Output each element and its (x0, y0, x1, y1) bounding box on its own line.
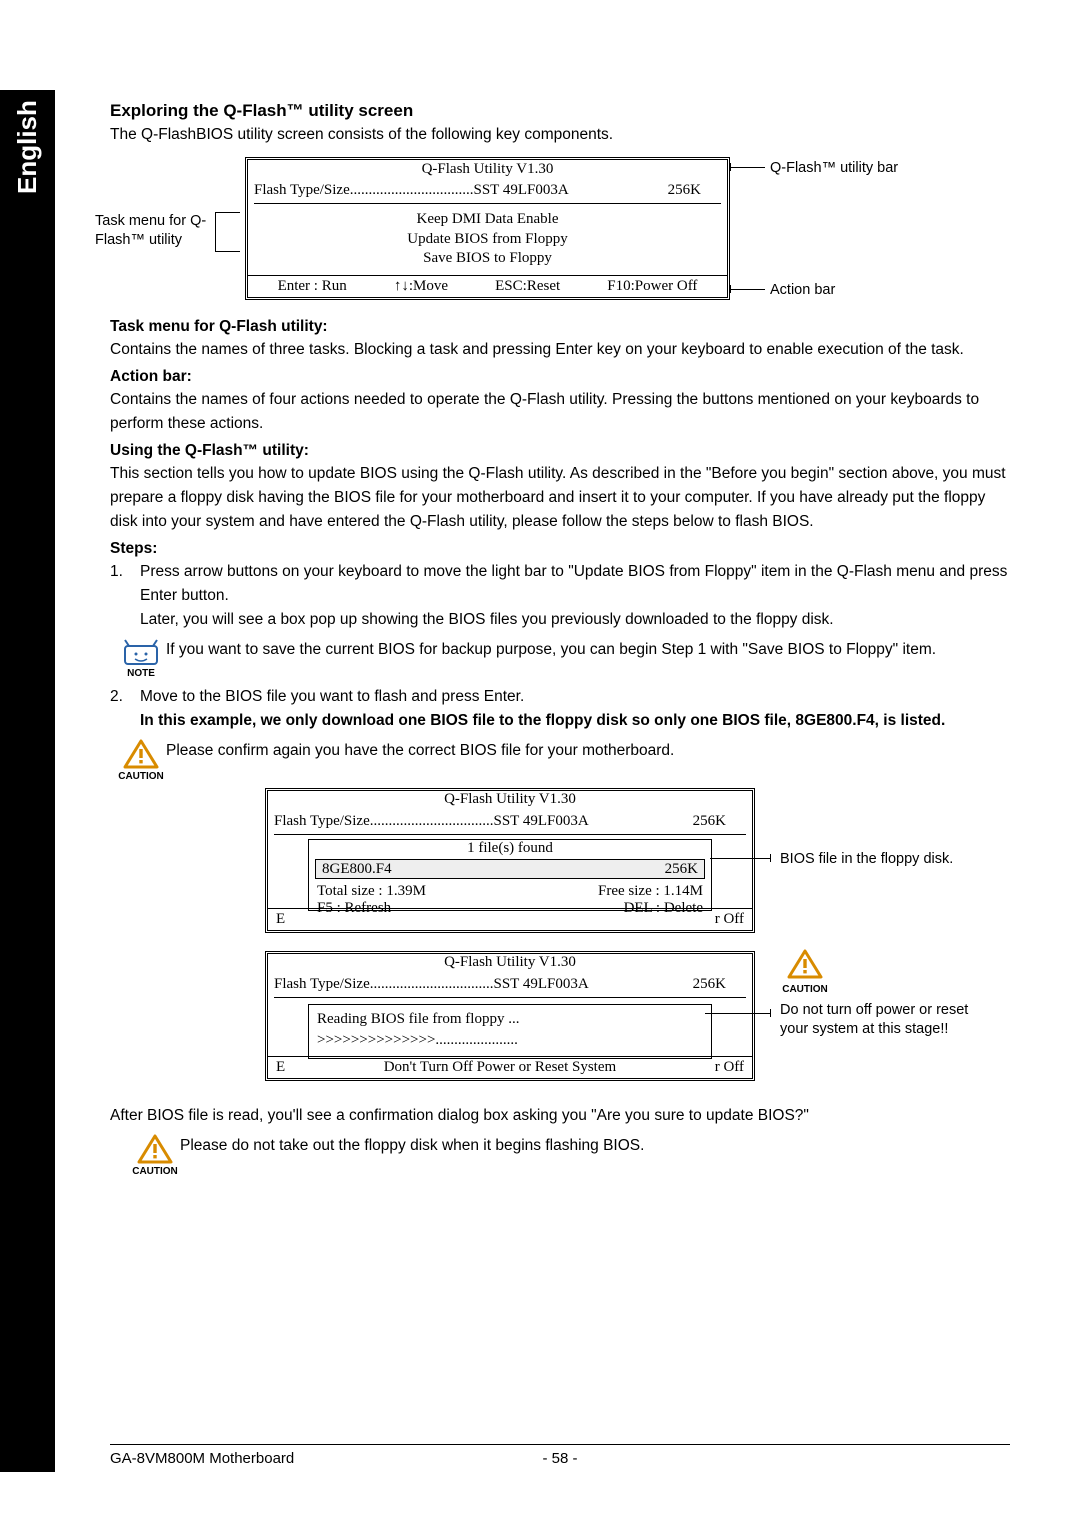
qflash2-sizes-row: Total size : 1.39M Free size : 1.14M (309, 881, 711, 900)
qflash2-flash-label: Flash Type/Size.........................… (274, 813, 589, 834)
callout-tick-3 (770, 854, 771, 862)
qflash-window: Q-Flash Utility V1.30 Flash Type/Size...… (245, 157, 730, 300)
qflash-window-2: Q-Flash Utility V1.30 Flash Type/Size...… (265, 788, 755, 933)
callout-line-biosfile (710, 858, 770, 859)
footer-left: GA-8VM800M Motherboard (110, 1450, 543, 1467)
callout-no-poweroff: Do not turn off power or reset your syst… (780, 1001, 980, 1039)
qflash2-bottombar: E r Off (268, 908, 752, 930)
footer-page-num: - 58 - (543, 1450, 578, 1467)
step-2-text-a: Move to the BIOS file you want to flash … (140, 685, 1010, 709)
note-icon: NOTE (116, 638, 166, 679)
callout-line-actionbar (730, 289, 765, 290)
callout-tick-2 (730, 285, 731, 293)
flashtype-size: 256K (668, 182, 721, 203)
task-keep-dmi: Keep DMI Data Enable (248, 210, 727, 230)
qflash-task-list: Keep DMI Data Enable Update BIOS from Fl… (248, 210, 727, 269)
qflash2-flashrow: Flash Type/Size.........................… (274, 813, 746, 835)
step-2: 2. Move to the BIOS file you want to fla… (110, 685, 1010, 733)
note-1: NOTE If you want to save the current BIO… (116, 638, 1010, 679)
callout-action-bar: Action bar (770, 281, 835, 300)
action-move: ↑↓:Move (394, 278, 448, 295)
heading-actionbar: Action bar: (110, 368, 1010, 386)
qflash2-filebox: 1 file(s) found 8GE800.F4 256K Total siz… (308, 839, 712, 911)
callout-tick (730, 163, 731, 171)
qflash3-bot-left: E (276, 1059, 285, 1076)
step-2-num: 2. (110, 685, 140, 733)
caution-icon: CAUTION (116, 739, 166, 782)
qflash2-bot-left: E (276, 911, 285, 928)
diagram-file-list: Q-Flash Utility V1.30 Flash Type/Size...… (110, 788, 1010, 943)
qflash3-progress: >>>>>>>>>>>>>>...................... (317, 1030, 703, 1051)
content-area: Exploring the Q-Flash™ utility screen Th… (110, 95, 1010, 1183)
qflash-window-3: Q-Flash Utility V1.30 Flash Type/Size...… (265, 951, 755, 1081)
qflash3-reading: Reading BIOS file from floppy ... (317, 1009, 703, 1030)
qflash2-file-size: 256K (665, 861, 698, 878)
qflash3-flash-size: 256K (693, 976, 746, 997)
caution-1-text: Please confirm again you have the correc… (166, 739, 1010, 763)
qflash2-files-found: 1 file(s) found (309, 840, 711, 857)
qflash3-readbox: Reading BIOS file from floppy ... >>>>>>… (308, 1004, 712, 1059)
caution-2-label: CAUTION (132, 1166, 178, 1177)
caution-1: CAUTION Please confirm again you have th… (116, 739, 1010, 782)
callout-line-utilbar (730, 167, 765, 168)
para-using: This section tells you how to update BIO… (110, 462, 1010, 534)
language-stripe (0, 300, 55, 1472)
callout-utility-bar: Q-Flash™ utility bar (770, 159, 898, 178)
task-update-bios: Update BIOS from Floppy (248, 230, 727, 250)
step-2-text-b: In this example, we only download one BI… (140, 709, 1010, 733)
para-exploring: The Q-FlashBIOS utility screen consists … (110, 123, 1010, 147)
note-label: NOTE (127, 668, 155, 679)
qflash3-title: Q-Flash Utility V1.30 (268, 954, 752, 976)
qflash-titlebar: Q-Flash Utility V1.30 (248, 160, 727, 182)
step-1-text-a: Press arrow buttons on your keyboard to … (140, 560, 1010, 608)
qflash3-flashrow: Flash Type/Size.........................… (274, 976, 746, 998)
caution-icon-2: CAUTION (130, 1134, 180, 1177)
para-actionbar: Contains the names of four actions neede… (110, 388, 1010, 436)
qflash3-bottombar: E Don't Turn Off Power or Reset System r… (268, 1056, 752, 1078)
page-footer: GA-8VM800M Motherboard - 58 - (110, 1444, 1010, 1467)
qflash2-title: Q-Flash Utility V1.30 (268, 791, 752, 813)
qflash2-free-size: Free size : 1.14M (598, 883, 703, 900)
qflash-action-bar: Enter : Run ↑↓:Move ESC:Reset F10:Power … (248, 275, 727, 297)
heading-using: Using the Q-Flash™ utility: (110, 442, 1010, 460)
caution-label-right: CAUTION (780, 983, 830, 996)
step-1-num: 1. (110, 560, 140, 632)
diagram-qflash-main: Q-Flash Utility V1.30 Flash Type/Size...… (110, 157, 1010, 312)
qflash2-bot-right: r Off (715, 911, 744, 928)
qflash3-bot-right: r Off (715, 1059, 744, 1076)
action-enter: Enter : Run (278, 278, 347, 295)
step-1: 1. Press arrow buttons on your keyboard … (110, 560, 1010, 632)
note-1-text: If you want to save the current BIOS for… (166, 638, 1010, 662)
diagram-reading: Q-Flash Utility V1.30 Flash Type/Size...… (110, 951, 1010, 1096)
qflash2-file-name: 8GE800.F4 (322, 861, 392, 878)
qflash3-flash-label: Flash Type/Size.........................… (274, 976, 589, 997)
caution-icon-right: CAUTION (780, 949, 830, 996)
action-f10: F10:Power Off (607, 278, 697, 295)
action-esc: ESC:Reset (495, 278, 560, 295)
callout-bios-file: BIOS file in the floppy disk. (780, 850, 980, 869)
qflash2-file-row: 8GE800.F4 256K (315, 859, 705, 879)
callout-tick-4 (770, 1009, 771, 1017)
heading-taskmenu: Task menu for Q-Flash utility: (110, 318, 1010, 336)
qflash2-total-size: Total size : 1.39M (317, 883, 426, 900)
task-save-bios: Save BIOS to Floppy (248, 249, 727, 269)
para-after: After BIOS file is read, you'll see a co… (110, 1104, 1010, 1128)
page: English Exploring the Q-Flash™ utility s… (0, 0, 1080, 1532)
flashtype-label: Flash Type/Size.........................… (254, 182, 569, 203)
para-taskmenu: Contains the names of three tasks. Block… (110, 338, 1010, 362)
caution-2: CAUTION Please do not take out the flopp… (130, 1134, 1010, 1177)
caution-2-text: Please do not take out the floppy disk w… (180, 1134, 1010, 1158)
language-tab: English (0, 90, 55, 300)
qflash-flashtype-row: Flash Type/Size.........................… (254, 182, 721, 204)
callout-line-nopower (705, 1013, 770, 1014)
heading-exploring: Exploring the Q-Flash™ utility screen (110, 101, 1010, 121)
caution-label: CAUTION (118, 771, 164, 782)
heading-steps: Steps: (110, 540, 1010, 558)
qflash3-warn: Don't Turn Off Power or Reset System (285, 1059, 715, 1076)
callout-bracket-left (215, 212, 240, 252)
language-tab-label: English (0, 90, 55, 300)
step-1-text-b: Later, you will see a box pop up showing… (140, 608, 1010, 632)
callout-task-menu: Task menu for Q-Flash™ utility (95, 212, 235, 250)
qflash2-flash-size: 256K (693, 813, 746, 834)
